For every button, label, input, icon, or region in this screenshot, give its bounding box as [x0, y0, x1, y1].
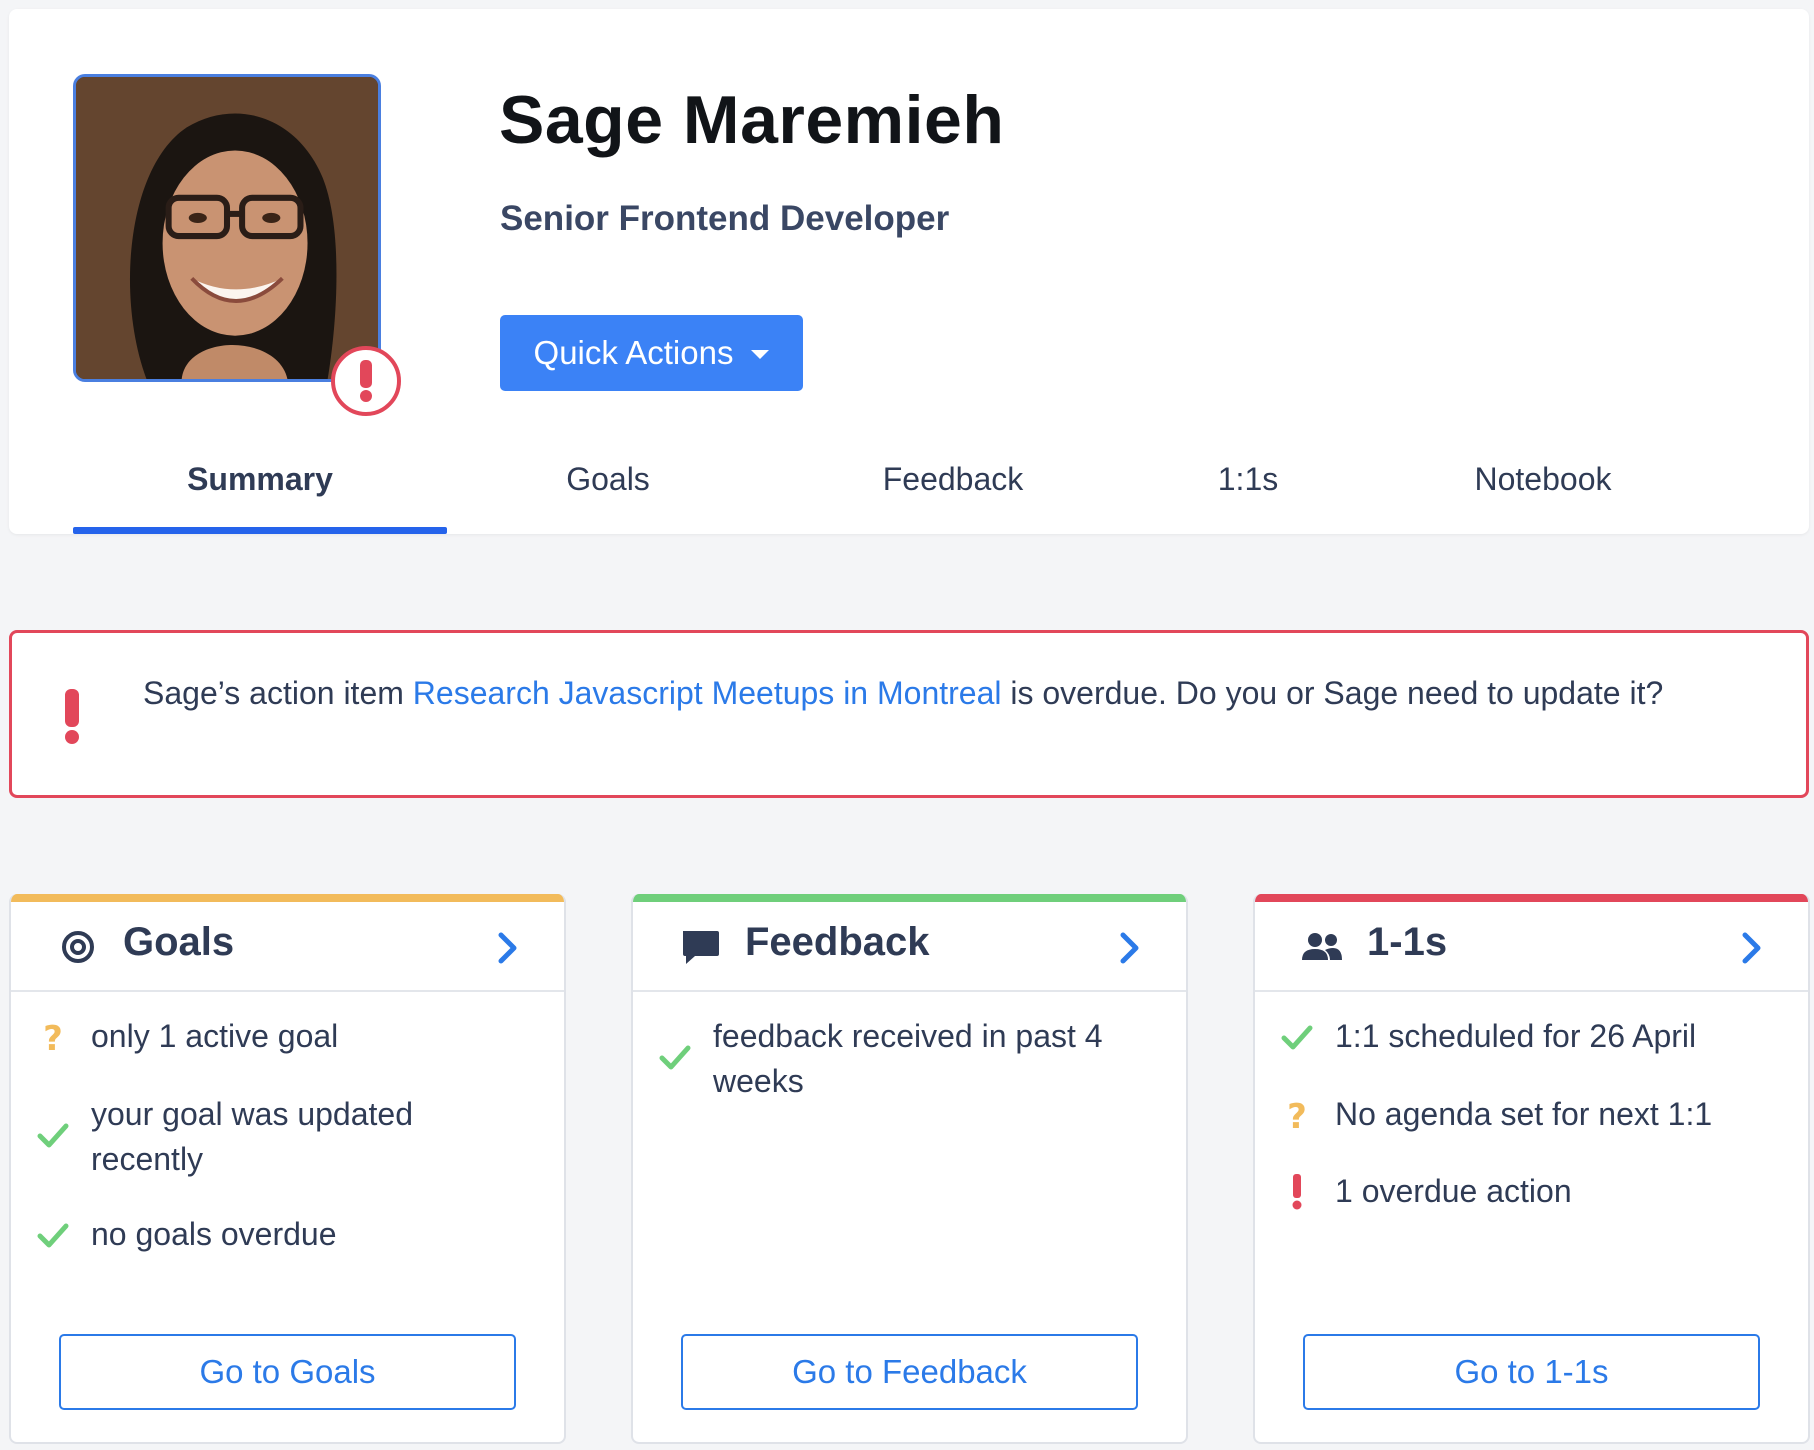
status-text: feedback received in past 4 weeks — [713, 1018, 1103, 1099]
status-text: 1 overdue action — [1335, 1173, 1572, 1209]
go-to-feedback-button[interactable]: Go to Feedback — [681, 1334, 1138, 1410]
tab-goals[interactable]: Goals — [458, 439, 758, 534]
go-to-goals-button[interactable]: Go to Goals — [59, 1334, 516, 1410]
question-icon: ? — [43, 1019, 63, 1056]
card-title: Feedback — [745, 920, 930, 964]
tab-1-1s[interactable]: 1:1s — [1143, 439, 1353, 534]
svg-text:?: ? — [1287, 1097, 1307, 1134]
go-to-1-1s-button[interactable]: Go to 1-1s — [1303, 1334, 1760, 1410]
quick-actions-label: Quick Actions — [533, 334, 734, 371]
chevron-right-icon[interactable] — [496, 930, 520, 966]
check-icon — [659, 1045, 691, 1070]
alert-text-after: is overdue. Do you or Sage need to updat… — [1001, 675, 1664, 711]
tab-feedback[interactable]: Feedback — [793, 439, 1113, 534]
avatar-container — [73, 74, 401, 416]
caret-down-icon — [751, 349, 770, 359]
status-text: only 1 active goal — [91, 1018, 339, 1054]
avatar-photo — [76, 77, 378, 379]
active-tab-indicator — [73, 527, 447, 534]
check-icon — [37, 1123, 69, 1148]
svg-text:?: ? — [43, 1019, 63, 1056]
card-header[interactable]: 1-1s — [1255, 902, 1808, 992]
card-header[interactable]: Goals — [11, 902, 564, 992]
profile-role: Senior Frontend Developer — [500, 199, 950, 238]
profile-header: Sage Maremieh Senior Frontend Developer … — [9, 9, 1809, 534]
check-icon — [37, 1223, 69, 1248]
one-on-ones-card: 1-1s 1:1 scheduled for 26 April ? No age… — [1253, 894, 1810, 1444]
card-accent-bar — [633, 894, 1186, 902]
check-icon — [1281, 1025, 1313, 1050]
status-text: No agenda set for next 1:1 — [1335, 1096, 1713, 1132]
status-text: your goal was updated recently — [91, 1096, 413, 1177]
question-icon: ? — [1287, 1097, 1307, 1134]
quick-actions-button[interactable]: Quick Actions — [500, 315, 803, 391]
alert-message: Sage’s action item Research Javascript M… — [143, 669, 1723, 717]
profile-name: Sage Maremieh — [499, 82, 1005, 158]
card-title: 1-1s — [1367, 920, 1448, 964]
goals-card: Goals ? only 1 active goal your goal was… — [9, 894, 566, 1444]
card-header[interactable]: Feedback — [633, 902, 1186, 992]
speech-bubble-icon — [683, 931, 719, 964]
card-title: Goals — [123, 920, 235, 964]
profile-tabs: Summary Goals Feedback 1:1s Notebook — [73, 439, 1773, 534]
tab-summary[interactable]: Summary — [73, 439, 447, 534]
avatar-alert-badge — [331, 346, 401, 416]
feedback-card: Feedback feedback received in past 4 wee… — [631, 894, 1188, 1444]
card-accent-bar — [11, 894, 564, 902]
action-item-link[interactable]: Research Javascript Meetups in Montreal — [413, 675, 1002, 711]
status-text: no goals overdue — [91, 1216, 337, 1252]
alert-text-before: Sage’s action item — [143, 675, 413, 711]
people-icon — [1302, 933, 1342, 960]
card-accent-bar — [1255, 894, 1808, 902]
status-text: 1:1 scheduled for 26 April — [1335, 1018, 1697, 1054]
target-icon — [62, 931, 94, 963]
chevron-right-icon[interactable] — [1118, 930, 1142, 966]
exclamation-icon — [360, 360, 372, 402]
chevron-right-icon[interactable] — [1740, 930, 1764, 966]
exclamation-icon — [65, 689, 79, 744]
exclamation-icon — [1292, 1174, 1302, 1210]
avatar — [73, 74, 381, 382]
overdue-alert-banner: Sage’s action item Research Javascript M… — [9, 630, 1809, 798]
tab-notebook[interactable]: Notebook — [1393, 439, 1693, 534]
